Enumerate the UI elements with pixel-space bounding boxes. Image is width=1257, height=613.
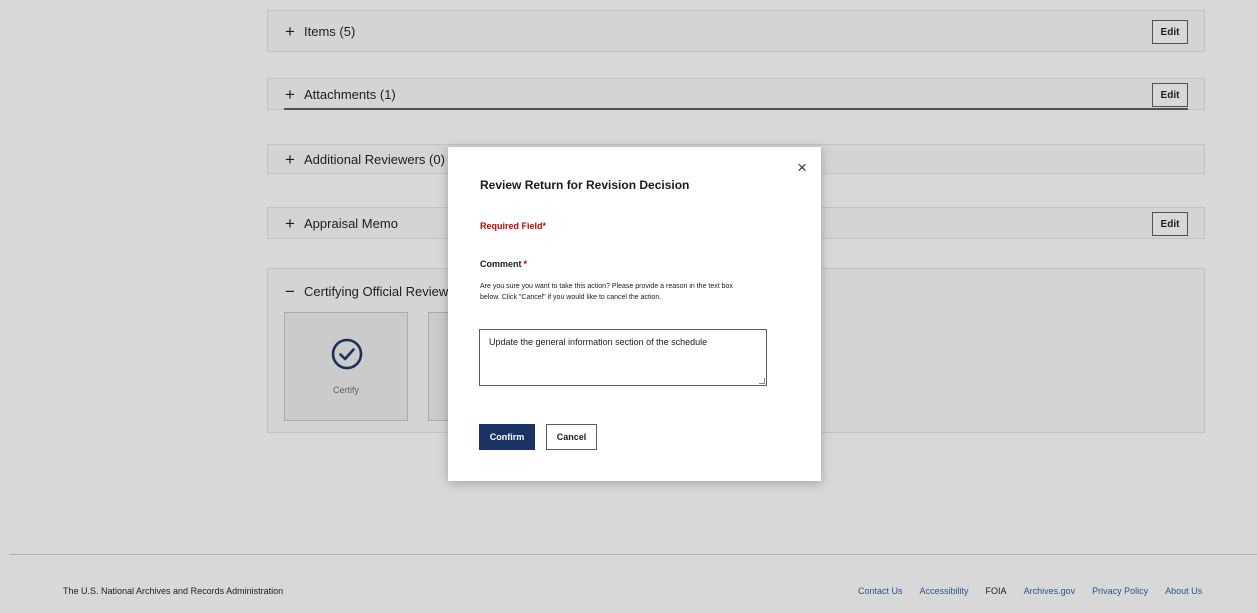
comment-value: Update the general information section o… [489,337,708,347]
required-asterisk: * [523,259,528,269]
close-icon[interactable]: × [797,159,807,176]
dialog-title: Review Return for Revision Decision [480,178,690,192]
comment-textarea[interactable]: Update the general information section o… [479,329,767,386]
cancel-button[interactable]: Cancel [546,424,597,450]
confirm-button[interactable]: Confirm [479,424,535,450]
resize-handle-icon[interactable] [759,378,765,384]
comment-label: Comment * [480,259,527,269]
required-field-note: Required Field* [480,221,547,231]
comment-help-text: Are you sure you want to take this actio… [480,283,733,301]
review-return-dialog: × Review Return for Revision Decision Re… [448,147,821,481]
comment-label-text: Comment [480,259,522,269]
